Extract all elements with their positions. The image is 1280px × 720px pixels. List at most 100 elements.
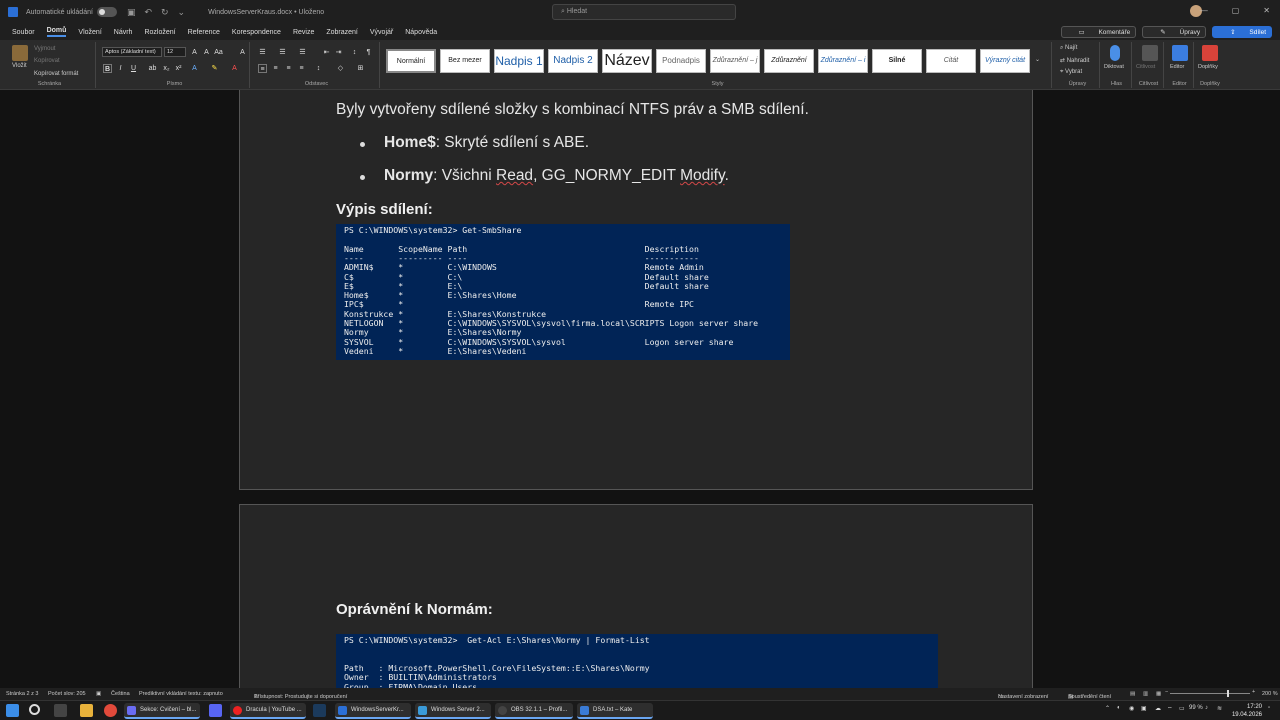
align-left-icon[interactable]: ≡ <box>258 64 267 73</box>
tab-mailings[interactable]: Korespondence <box>232 29 281 36</box>
font-color-icon[interactable]: A <box>230 64 239 73</box>
tab-design[interactable]: Návrh <box>114 29 133 36</box>
tray-app-icon[interactable]: ▣ <box>1141 705 1147 712</box>
predictive-text[interactable]: Prediktivní vkládání textu: zapnuto <box>139 691 223 697</box>
style-heading-2[interactable]: Nadpis 2 <box>548 49 598 73</box>
zoom-slider-thumb[interactable] <box>1227 690 1229 697</box>
paste-button[interactable]: Vložit <box>12 63 27 69</box>
align-center-icon[interactable]: ≡ <box>271 64 280 73</box>
bold-icon[interactable]: B <box>103 64 112 73</box>
tab-developer[interactable]: Vývojář <box>370 29 393 36</box>
share-button[interactable]: ⇪ Sdílet <box>1212 26 1272 38</box>
microphone-icon[interactable] <box>1110 45 1120 61</box>
subscript-icon[interactable]: x₂ <box>162 64 171 73</box>
style-intense-quote[interactable]: Výrazný citát <box>980 49 1030 73</box>
zoom-out-icon[interactable]: − <box>1165 689 1168 695</box>
tab-view[interactable]: Zobrazení <box>326 29 358 36</box>
minimize-icon[interactable]: — <box>1200 6 1208 15</box>
align-right-icon[interactable]: ≡ <box>284 64 293 73</box>
editor-button[interactable]: Editor <box>1170 64 1184 70</box>
taskbar-app-obs[interactable]: OBS 32.1.1 – Profil... <box>495 703 573 719</box>
highlight-icon[interactable]: ✎ <box>210 64 219 73</box>
maximize-icon[interactable]: ▢ <box>1232 6 1240 15</box>
steam-icon[interactable] <box>313 704 326 717</box>
style-quote[interactable]: Citát <box>926 49 976 73</box>
taskbar-app-word[interactable]: WindowsServerKr... <box>335 703 411 719</box>
superscript-icon[interactable]: x² <box>174 64 183 73</box>
addins-icon[interactable] <box>1202 45 1218 61</box>
zoom-slider[interactable] <box>1170 693 1250 694</box>
tab-help[interactable]: Nápověda <box>405 29 437 36</box>
copy-button[interactable]: Kopírovat <box>34 58 60 64</box>
bullets-icon[interactable]: ☰ <box>258 48 267 57</box>
comments-button[interactable]: ▭ Komentáře <box>1060 26 1137 38</box>
task-view-icon[interactable] <box>54 704 67 717</box>
style-title[interactable]: Název <box>602 49 652 73</box>
customize-toolbar-icon[interactable]: ⌄ <box>178 7 186 18</box>
select-button[interactable]: ⌖ Vybrat <box>1060 69 1082 76</box>
decrease-indent-icon[interactable]: ⇤ <box>322 48 331 57</box>
style-intense-emphasis[interactable]: Zdůraznění – i <box>818 49 868 73</box>
addins-button[interactable]: Doplňky <box>1198 64 1218 70</box>
tab-references[interactable]: Reference <box>188 29 220 36</box>
sensitivity-button[interactable]: Citlivost <box>1136 64 1155 70</box>
sort-icon[interactable]: ↕ <box>350 48 359 57</box>
style-emphasis[interactable]: Zdůraznění <box>764 49 814 73</box>
page-counter[interactable]: Stránka 2 z 3 <box>6 691 38 697</box>
clock[interactable]: 17:20 19.04.2026 <box>1232 703 1262 719</box>
chrome-icon[interactable] <box>104 704 117 717</box>
discord-icon[interactable] <box>209 704 222 717</box>
taskbar-app-youtube[interactable]: Dracula | YouTube ... <box>230 703 306 719</box>
justify-icon[interactable]: ≡ <box>297 64 306 73</box>
find-button[interactable]: ⌕ Najít <box>1060 45 1077 52</box>
increase-indent-icon[interactable]: ⇥ <box>334 48 343 57</box>
font-name-select[interactable]: Aptos (Základní text) <box>102 47 162 57</box>
underline-icon[interactable]: U <box>129 64 138 73</box>
undo-icon[interactable]: ↶ <box>144 7 152 18</box>
taskbar-app-kate[interactable]: DSA.txt – Kate <box>577 703 653 719</box>
word-count[interactable]: Počet slov: 205 <box>48 691 86 697</box>
taskbar-app-browser[interactable]: Sekce: Cvičení – bl... <box>124 703 200 719</box>
proofing-icon[interactable]: ▣ <box>96 691 101 697</box>
tray-app-icon[interactable]: ◉ <box>1129 705 1134 712</box>
tray-overflow-icon[interactable]: ⌃ <box>1105 705 1110 712</box>
strikethrough-icon[interactable]: ab <box>148 64 157 73</box>
document-area[interactable]: Byly vytvořeny sdílené složky s kombinac… <box>0 90 1280 688</box>
multilevel-list-icon[interactable]: ☰ <box>298 48 307 57</box>
tab-file[interactable]: Soubor <box>12 29 35 36</box>
close-icon[interactable]: ✕ <box>1263 6 1270 15</box>
style-strong[interactable]: Silné <box>872 49 922 73</box>
tab-review[interactable]: Revize <box>293 29 314 36</box>
search-icon[interactable] <box>29 704 40 715</box>
zoom-level[interactable]: 200 % <box>1262 691 1278 697</box>
document-name[interactable]: WindowsServerKraus.docx • Uloženo <box>208 9 324 16</box>
taskbar-app-vm[interactable]: Windows Server 2... <box>415 703 491 719</box>
shading-icon[interactable]: ◇ <box>336 64 345 73</box>
dictate-button[interactable]: Diktovat <box>1104 64 1124 70</box>
style-no-spacing[interactable]: Bez mezer <box>440 49 490 73</box>
paste-icon[interactable] <box>12 45 28 61</box>
text-effects-icon[interactable]: A <box>190 64 199 73</box>
search-box[interactable]: ⌕ Hledat <box>552 4 736 20</box>
style-subtitle[interactable]: Podnadpis <box>656 49 706 73</box>
onedrive-icon[interactable]: ☁ <box>1155 705 1161 712</box>
font-size-select[interactable]: 12 <box>164 47 186 57</box>
battery-icon[interactable]: ▭ <box>1179 705 1185 712</box>
file-explorer-icon[interactable] <box>80 704 93 717</box>
format-painter-button[interactable]: Kopírovat formát <box>34 71 78 77</box>
clear-format-icon[interactable]: A <box>238 48 247 57</box>
style-normal[interactable]: Normální <box>386 49 436 73</box>
tab-home[interactable]: Domů <box>46 27 67 37</box>
numbering-icon[interactable]: ☰ <box>278 48 287 57</box>
zoom-in-icon[interactable]: + <box>1252 689 1255 695</box>
replace-button[interactable]: ⇄ Nahradit <box>1060 57 1089 64</box>
sensitivity-icon[interactable] <box>1142 45 1158 61</box>
redo-icon[interactable]: ↻ <box>161 7 169 18</box>
cut-button[interactable]: Vyjmout <box>34 46 55 52</box>
volume-icon[interactable]: ♪ <box>1205 705 1208 711</box>
page-2[interactable]: Byly vytvořeny sdílené složky s kombinac… <box>239 90 1033 490</box>
read-mode-icon[interactable]: ▤ <box>1130 691 1135 697</box>
language[interactable]: Čeština <box>111 691 130 697</box>
wifi-icon[interactable]: ≋ <box>1217 705 1222 712</box>
style-subtle-emphasis[interactable]: Zdůraznění – j <box>710 49 760 73</box>
